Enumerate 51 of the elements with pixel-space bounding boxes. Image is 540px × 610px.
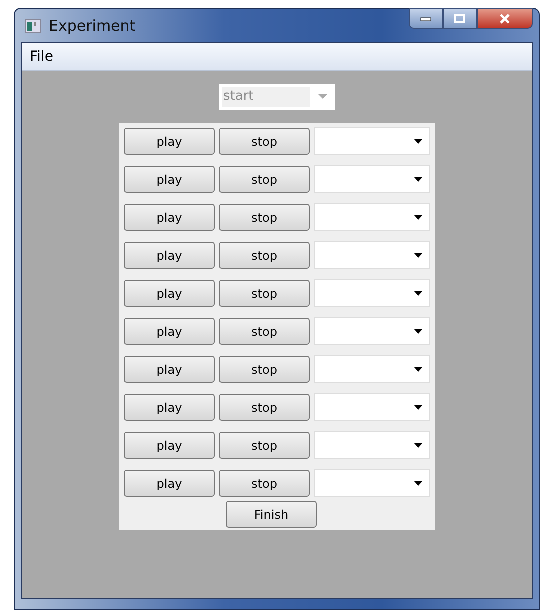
dropdown-arrow-icon bbox=[414, 290, 423, 296]
dropdown[interactable] bbox=[314, 203, 430, 231]
dropdown[interactable] bbox=[314, 469, 430, 497]
dropdown-arrow-icon bbox=[414, 328, 423, 334]
play-button[interactable]: play bbox=[124, 166, 215, 193]
stop-button[interactable]: stop bbox=[219, 318, 310, 345]
play-button[interactable]: play bbox=[124, 432, 215, 459]
dropdown-arrow-icon bbox=[414, 138, 423, 144]
menu-item[interactable]: File bbox=[30, 48, 54, 64]
maximize-button[interactable] bbox=[443, 8, 477, 29]
dropdown[interactable] bbox=[314, 241, 430, 269]
window-icon bbox=[25, 18, 41, 32]
minimize-icon bbox=[420, 16, 432, 22]
dropdown-arrow-icon bbox=[318, 94, 328, 100]
dropdown-arrow-icon bbox=[414, 442, 423, 448]
window-title: Experiment bbox=[49, 16, 136, 34]
stop-button[interactable]: stop bbox=[219, 432, 310, 459]
dropdown-arrow-icon bbox=[414, 214, 423, 220]
dropdown[interactable] bbox=[314, 393, 430, 421]
dropdown-arrow-icon bbox=[414, 252, 423, 258]
dropdown-arrow-icon bbox=[414, 176, 423, 182]
dropdown[interactable] bbox=[314, 355, 430, 383]
dropdown[interactable] bbox=[314, 317, 430, 345]
play-button[interactable]: play bbox=[124, 128, 215, 155]
close-icon bbox=[499, 14, 511, 24]
stop-button[interactable]: stop bbox=[219, 242, 310, 269]
finish-button[interactable]: Finish bbox=[226, 501, 317, 528]
stop-button[interactable]: stop bbox=[219, 394, 310, 421]
play-button[interactable]: play bbox=[124, 242, 215, 269]
stop-button[interactable]: stop bbox=[219, 166, 310, 193]
play-button[interactable]: play bbox=[124, 394, 215, 421]
minimize-button[interactable] bbox=[409, 8, 443, 29]
stop-button[interactable]: stop bbox=[219, 128, 310, 155]
dropdown-arrow-icon bbox=[414, 366, 423, 372]
dropdown[interactable] bbox=[314, 127, 430, 155]
close-button[interactable] bbox=[477, 8, 533, 29]
play-button[interactable]: play bbox=[124, 318, 215, 345]
play-button[interactable]: play bbox=[124, 356, 215, 383]
dropdown[interactable] bbox=[314, 431, 430, 459]
play-button[interactable]: play bbox=[124, 280, 215, 307]
maximize-icon bbox=[454, 14, 466, 24]
play-button[interactable]: play bbox=[124, 204, 215, 231]
stop-button[interactable]: stop bbox=[219, 356, 310, 383]
dropdown-arrow-icon bbox=[414, 480, 423, 486]
stop-button[interactable]: stop bbox=[219, 280, 310, 307]
stop-button[interactable]: stop bbox=[219, 470, 310, 497]
stop-button[interactable]: stop bbox=[219, 204, 310, 231]
play-button[interactable]: play bbox=[124, 470, 215, 497]
dropdown[interactable] bbox=[314, 165, 430, 193]
dropdown-arrow-icon bbox=[414, 404, 423, 410]
dropdown[interactable] bbox=[314, 279, 430, 307]
